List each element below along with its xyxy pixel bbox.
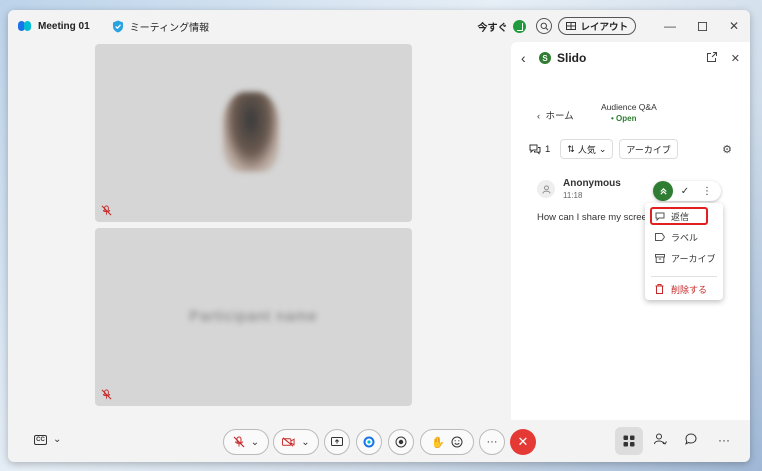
webex-assistant-button[interactable] <box>356 429 382 455</box>
more-options-button[interactable]: ··· <box>479 429 505 455</box>
share-screen-button[interactable] <box>324 429 350 455</box>
smiley-icon <box>451 436 463 448</box>
reply-highlight-box <box>650 207 708 225</box>
chevron-down-icon: ⌄ <box>250 436 260 448</box>
layout-label: レイアウト <box>580 22 628 33</box>
participant-video-blurred <box>223 92 279 172</box>
upvote-button[interactable] <box>653 181 673 201</box>
gear-icon[interactable]: ⚙ <box>722 143 732 156</box>
chat-bubble-icon <box>685 433 697 445</box>
menu-divider <box>651 276 717 277</box>
shield-icon[interactable] <box>112 20 124 33</box>
now-label: 今すぐ <box>477 22 508 34</box>
more-panels-icon[interactable]: ··· <box>718 433 730 447</box>
video-off-icon <box>282 437 295 447</box>
assistant-icon <box>363 436 375 448</box>
meeting-toolbar: CC ⌄ ⌄ ⌄ ✋ ··· ✕ ··· <box>8 424 750 462</box>
raise-hand-icon: ✋ <box>431 436 445 449</box>
upvote-chevron-icon <box>659 187 667 195</box>
panel-title: Slido <box>557 51 587 65</box>
meeting-window: Meeting 01 ミーティング情報 今すぐ レイアウト — ✕ Partic… <box>8 10 750 462</box>
back-arrow-icon[interactable]: ‹ <box>521 50 539 66</box>
question-count-value: 1 <box>545 143 551 155</box>
menu-archive-label: アーカイブ <box>671 253 716 264</box>
popout-icon[interactable] <box>706 51 717 65</box>
question-text: How can I share my screen <box>537 212 645 223</box>
question-context-menu: 返信 ラベル アーカイブ 削除する <box>645 203 723 300</box>
title-bar: Meeting 01 ミーティング情報 今すぐ レイアウト — ✕ <box>8 10 750 42</box>
chat-button[interactable] <box>685 433 697 445</box>
chevron-down-icon: ⌄ <box>53 434 62 445</box>
meeting-title: Meeting 01 <box>38 20 90 32</box>
zoom-search-icon[interactable] <box>536 18 553 34</box>
participants-button[interactable] <box>654 433 667 445</box>
apps-grid-icon <box>623 435 635 447</box>
menu-item-archive[interactable]: アーカイブ <box>645 249 723 267</box>
question-count: 1 <box>529 144 550 155</box>
participant-name-blurred: Participant name <box>189 308 318 325</box>
chevron-down-icon: ⌄ <box>598 143 607 154</box>
user-avatar-icon <box>537 180 555 198</box>
close-panel-icon[interactable]: ✕ <box>731 52 740 65</box>
webex-logo-icon <box>18 21 32 31</box>
sort-label: 人気 <box>577 144 596 155</box>
record-icon <box>395 436 407 448</box>
maximize-icon <box>697 21 707 31</box>
filter-row: 1 ⇅ 人気 ⌄ アーカイブ <box>529 139 678 159</box>
record-button[interactable] <box>388 429 414 455</box>
archive-box-icon <box>655 253 665 263</box>
closed-captions-icon: CC <box>34 434 47 445</box>
tag-icon <box>655 233 665 241</box>
archive-chip-label: アーカイブ <box>626 144 671 155</box>
qa-title: Audience Q&A <box>601 102 657 112</box>
question-time: 11:18 <box>563 191 583 200</box>
archive-filter-button[interactable]: アーカイブ <box>619 139 678 159</box>
mute-button[interactable]: ⌄ <box>223 429 269 455</box>
question-author: Anonymous <box>563 178 621 189</box>
home-back-link[interactable]: ‹ ホーム <box>537 108 574 122</box>
menu-item-label[interactable]: ラベル <box>645 228 723 246</box>
qa-header: ‹ ホーム Audience Q&A • Open <box>511 100 750 130</box>
trash-icon <box>655 284 665 294</box>
mark-answered-check-icon[interactable]: ✓ <box>673 186 697 197</box>
more-options-icon[interactable]: ⋮ <box>697 186 717 197</box>
menu-label-label: ラベル <box>671 232 699 243</box>
muted-mic-icon <box>101 205 113 217</box>
muted-mic-icon <box>233 436 245 448</box>
more-dots-icon: ··· <box>486 436 498 448</box>
qa-status: • Open <box>611 114 637 123</box>
connection-signal-icon[interactable] <box>513 19 527 33</box>
layout-grid-icon <box>566 22 577 30</box>
close-window-button[interactable]: ✕ <box>718 10 750 42</box>
questions-icon <box>529 144 541 155</box>
slido-panel: ‹ S Slido ✕ ‹ ホーム Audience Q&A • Open 1 … <box>511 42 750 420</box>
reactions-button[interactable]: ✋ <box>420 429 474 455</box>
menu-delete-label: 削除する <box>671 284 708 295</box>
video-button[interactable]: ⌄ <box>273 429 319 455</box>
sort-icon: ⇅ <box>567 143 575 154</box>
menu-item-delete[interactable]: 削除する <box>645 280 723 298</box>
slido-logo-icon: S <box>539 52 551 64</box>
minimize-button[interactable]: — <box>654 10 686 42</box>
captions-button[interactable]: CC ⌄ <box>34 434 61 445</box>
maximize-button[interactable] <box>686 10 718 42</box>
meeting-info-link[interactable]: ミーティング情報 <box>130 19 209 34</box>
question-actions: ✓ ⋮ <box>653 181 721 201</box>
muted-mic-icon <box>101 389 113 401</box>
home-label: ホーム <box>545 111 574 122</box>
chevron-down-icon: ⌄ <box>301 436 310 448</box>
apps-button[interactable] <box>615 427 643 455</box>
participants-icon <box>654 433 667 445</box>
share-screen-icon <box>331 437 343 446</box>
sort-dropdown[interactable]: ⇅ 人気 ⌄ <box>560 139 614 159</box>
end-call-button[interactable]: ✕ <box>510 429 536 455</box>
close-icon: ✕ <box>517 434 529 449</box>
video-tile-participant-1[interactable] <box>95 44 412 222</box>
video-tile-participant-2[interactable]: Participant name <box>95 228 412 406</box>
layout-button[interactable]: レイアウト <box>558 17 636 35</box>
